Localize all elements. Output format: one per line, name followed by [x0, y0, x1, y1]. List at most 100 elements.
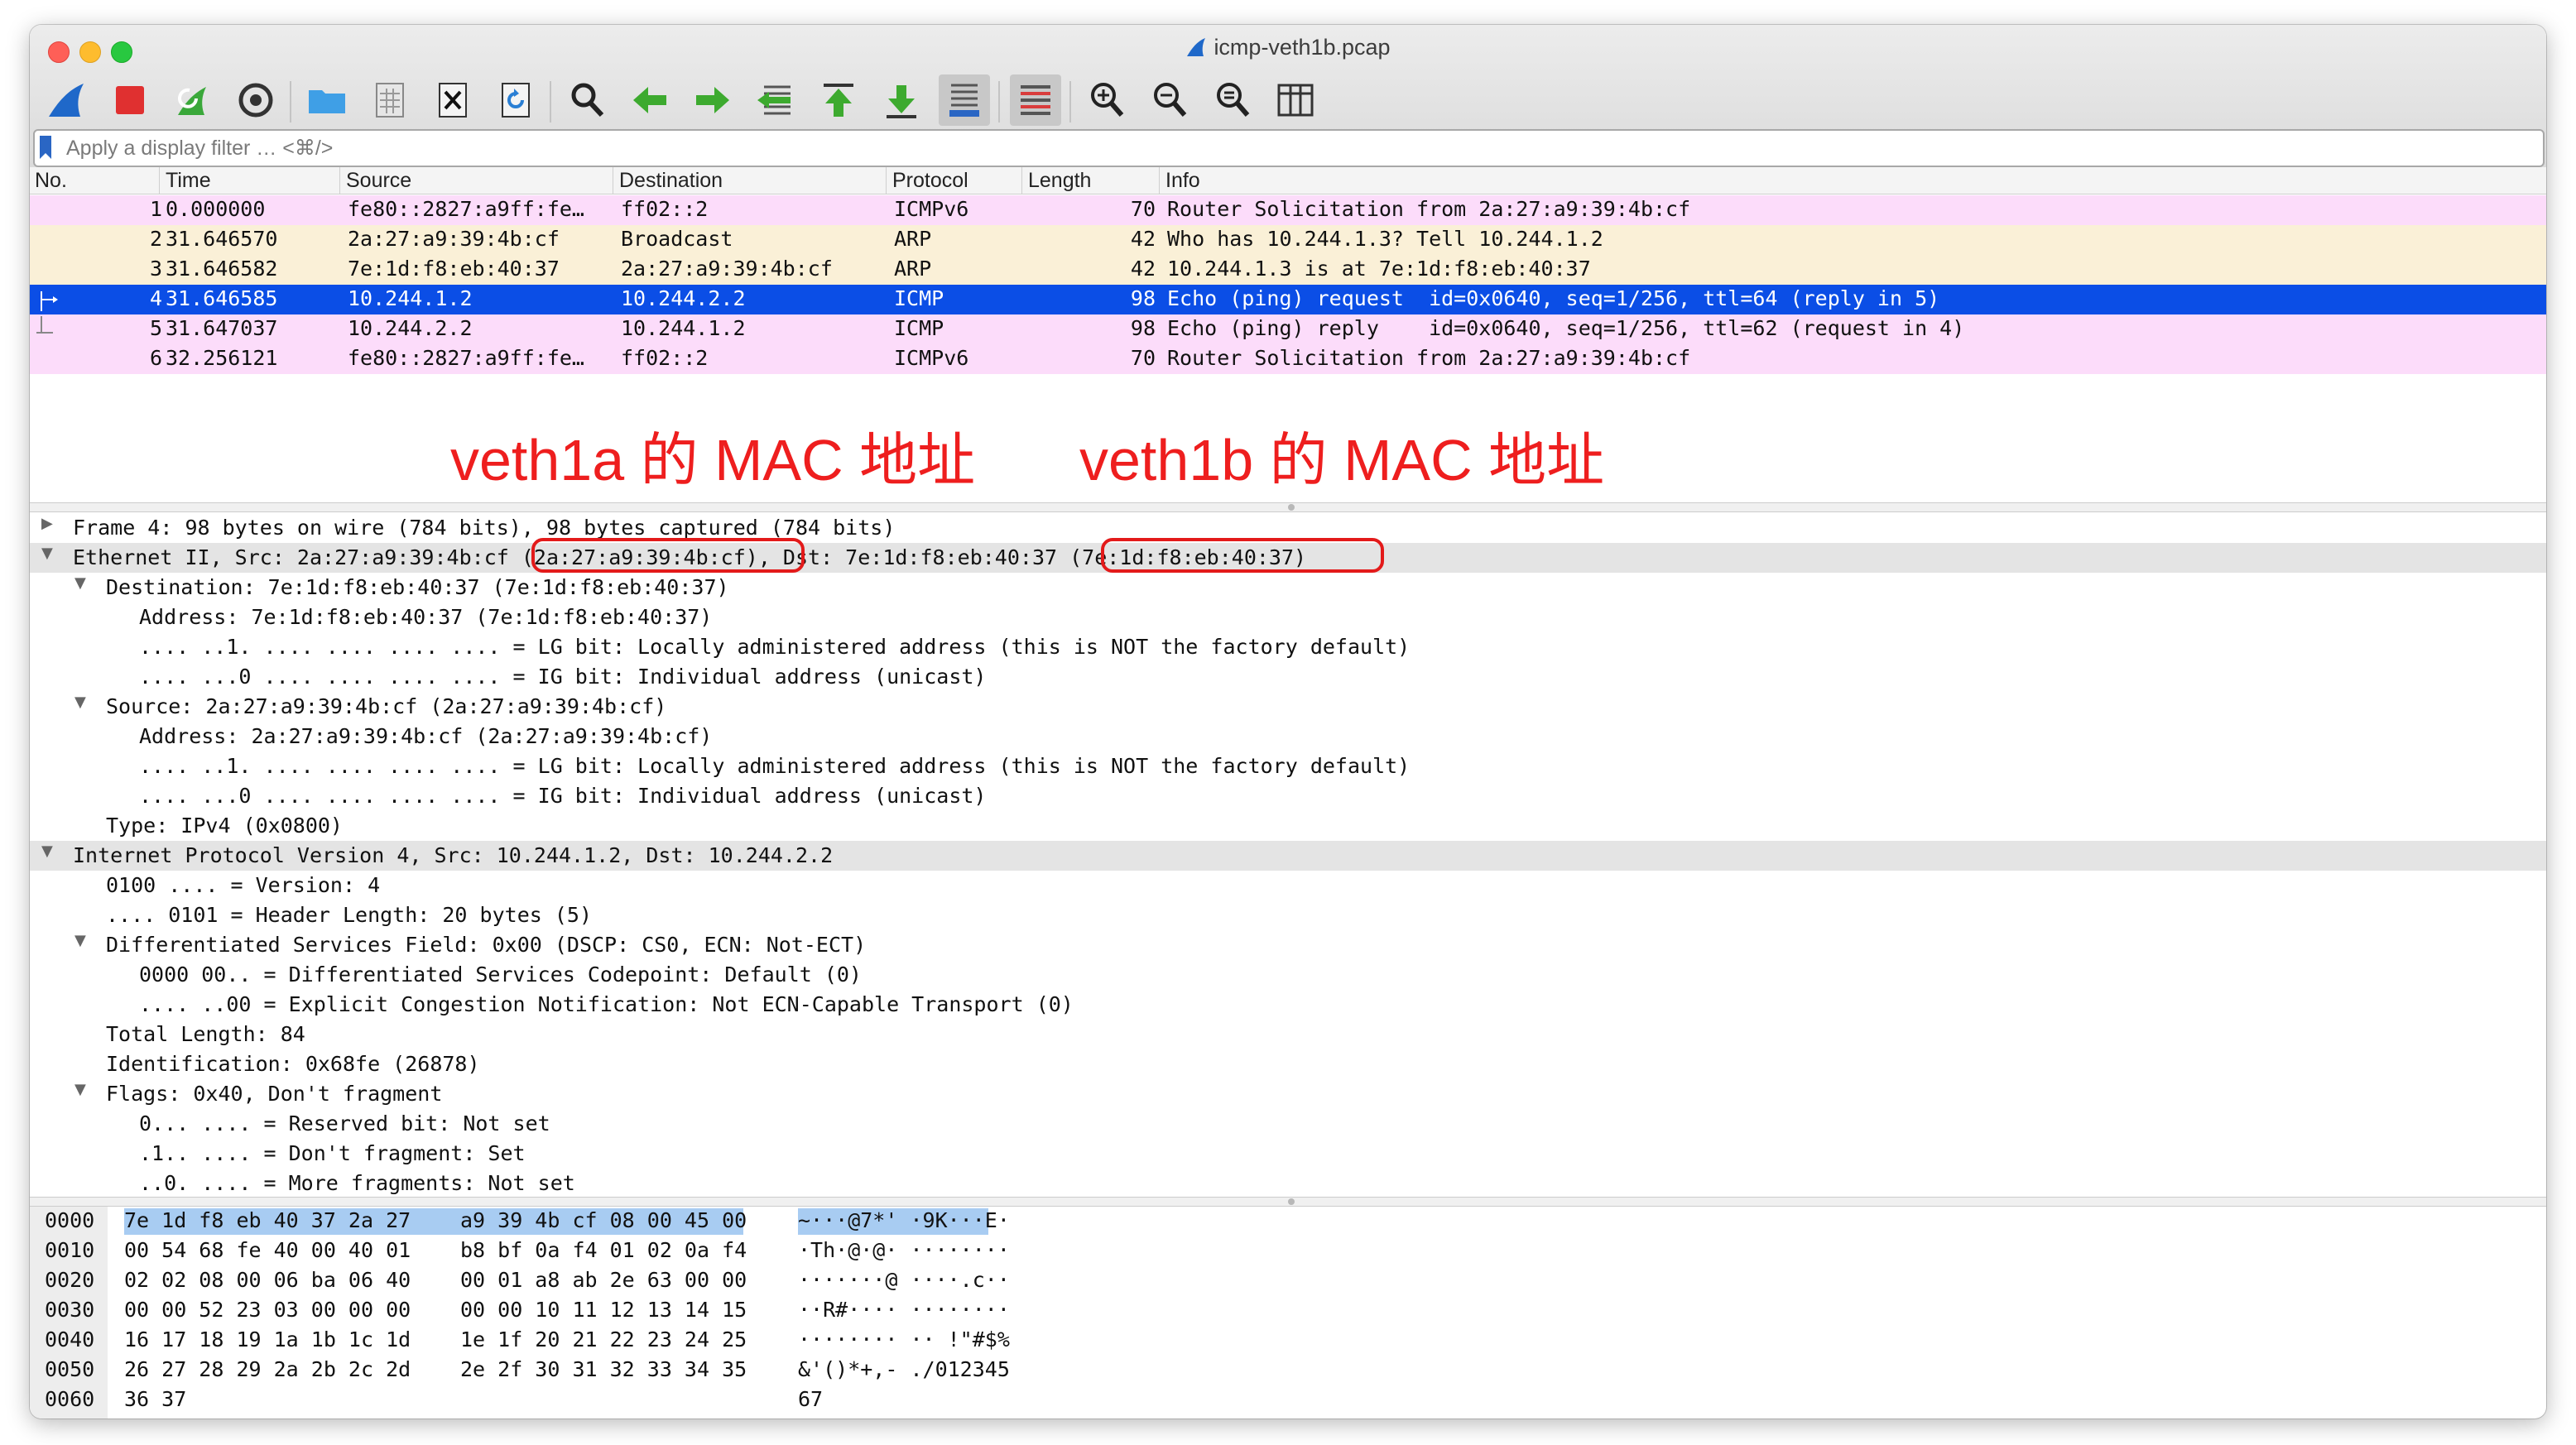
- zoom-out-button[interactable]: [1144, 74, 1195, 126]
- annotation-veth1b-mac: veth1b 的 MAC 地址: [1079, 428, 1605, 492]
- open-file-button[interactable]: [301, 74, 353, 126]
- annotation-veth1a-mac: veth1a 的 MAC 地址: [450, 428, 976, 492]
- detail-line[interactable]: Address: 7e:1d:f8:eb:40:37 (7e:1d:f8:eb:…: [30, 602, 2546, 632]
- collapse-icon[interactable]: ▼: [74, 574, 86, 592]
- detail-eth-type[interactable]: Type: IPv4 (0x0800): [30, 811, 2546, 841]
- packet-list-header: No. Time Source Destination Protocol Len…: [30, 167, 2546, 194]
- detail-line[interactable]: .... ..00 = Explicit Congestion Notifica…: [30, 990, 2546, 1020]
- file-grid-icon: [376, 83, 404, 118]
- packet-row[interactable]: 5 31.647037 10.244.2.2 10.244.1.2 ICMP 9…: [30, 314, 2546, 344]
- byte-row[interactable]: 0030 00 00 52 23 03 00 00 00 00 00 10 11…: [30, 1296, 2546, 1326]
- capture-options-button[interactable]: [230, 74, 281, 126]
- byte-row[interactable]: 0060 36 37 67: [30, 1385, 2546, 1415]
- detail-ipv4[interactable]: ▼ Internet Protocol Version 4, Src: 10.2…: [30, 841, 2546, 871]
- normal-size-button[interactable]: [1207, 74, 1258, 126]
- colorize-icon: [1021, 85, 1050, 115]
- column-time[interactable]: Time: [166, 169, 211, 193]
- stop-capture-button[interactable]: [104, 74, 156, 126]
- collapse-icon[interactable]: ▼: [74, 694, 86, 711]
- detail-line[interactable]: Total Length: 84: [30, 1020, 2546, 1049]
- packet-row[interactable]: 6 32.256121 fe80::2827:a9ff:fe… ff02::2 …: [30, 344, 2546, 374]
- reload-file-button[interactable]: [490, 74, 541, 126]
- detail-line[interactable]: ..0. .... = More fragments: Not set: [30, 1169, 2546, 1198]
- last-packet-button[interactable]: [876, 74, 927, 126]
- byte-row[interactable]: 0020 02 02 08 00 06 ba 06 40 00 01 a8 ab…: [30, 1266, 2546, 1296]
- window-title: icmp-veth1b.pcap: [30, 35, 2546, 60]
- highlight-dst-mac: [1101, 538, 1384, 573]
- detail-dsfield[interactable]: ▼ Differentiated Services Field: 0x00 (D…: [30, 930, 2546, 960]
- detail-line[interactable]: .... ...0 .... .... .... .... = IG bit: …: [30, 662, 2546, 692]
- column-info[interactable]: Info: [1165, 169, 1200, 193]
- restart-icon: [178, 87, 206, 115]
- column-protocol[interactable]: Protocol: [892, 169, 968, 193]
- zoom-in-icon: [1091, 83, 1124, 117]
- arrow-right-icon: [696, 87, 729, 113]
- detail-line[interactable]: .... 0101 = Header Length: 20 bytes (5): [30, 900, 2546, 930]
- detail-line[interactable]: .... ..1. .... .... .... .... = LG bit: …: [30, 632, 2546, 662]
- display-filter-placeholder: Apply a display filter … <⌘/>: [66, 137, 334, 160]
- arrow-up-icon: [824, 84, 853, 117]
- detail-line[interactable]: Identification: 0x68fe (26878): [30, 1049, 2546, 1079]
- zoom-out-icon: [1154, 83, 1187, 117]
- column-destination[interactable]: Destination: [619, 169, 723, 193]
- detail-eth-destination[interactable]: ▼ Destination: 7e:1d:f8:eb:40:37 (7e:1d:…: [30, 573, 2546, 602]
- detail-line[interactable]: 0100 .... = Version: 4: [30, 871, 2546, 900]
- byte-row[interactable]: 0050 26 27 28 29 2a 2b 2c 2d 2e 2f 30 31…: [30, 1356, 2546, 1385]
- packet-bytes: 0000 7e 1d f8 eb 40 37 2a 27 a9 39 4b cf…: [30, 1207, 2546, 1419]
- close-file-button[interactable]: [427, 74, 478, 126]
- detail-line[interactable]: Address: 2a:27:a9:39:4b:cf (2a:27:a9:39:…: [30, 722, 2546, 751]
- highlight-src-mac: [531, 538, 805, 573]
- packet-row[interactable]: 3 31.646582 7e:1d:f8:eb:40:37 2a:27:a9:3…: [30, 255, 2546, 285]
- save-file-button[interactable]: [364, 74, 416, 126]
- byte-row[interactable]: 0040 16 17 18 19 1a 1b 1c 1d 1e 1f 20 21…: [30, 1326, 2546, 1356]
- packet-details: ▶ Frame 4: 98 bytes on wire (784 bits), …: [30, 513, 2546, 1200]
- collapse-icon[interactable]: ▼: [41, 843, 53, 860]
- arrow-down-icon: [887, 85, 916, 118]
- column-no[interactable]: No.: [35, 169, 67, 193]
- detail-flags[interactable]: ▼ Flags: 0x40, Don't fragment: [30, 1079, 2546, 1109]
- reload-icon: [502, 83, 530, 118]
- zoom-in-button[interactable]: [1081, 74, 1132, 126]
- detail-line[interactable]: .1.. .... = Don't fragment: Set: [30, 1139, 2546, 1169]
- detail-eth-source[interactable]: ▼ Source: 2a:27:a9:39:4b:cf (2a:27:a9:39…: [30, 692, 2546, 722]
- stop-icon: [116, 86, 144, 114]
- resize-columns-button[interactable]: [1270, 74, 1321, 126]
- byte-row[interactable]: 0000 7e 1d f8 eb 40 37 2a 27 a9 39 4b cf…: [30, 1207, 2546, 1236]
- expand-icon[interactable]: ▶: [41, 515, 53, 532]
- display-filter-input[interactable]: Apply a display filter … <⌘/>: [33, 129, 2545, 167]
- detail-line[interactable]: 0... .... = Reserved bit: Not set: [30, 1109, 2546, 1139]
- go-to-packet-button[interactable]: [750, 74, 801, 126]
- column-source[interactable]: Source: [346, 169, 411, 193]
- titlebar: icmp-veth1b.pcap Apply a display filter …: [30, 25, 2546, 191]
- window-title-text: icmp-veth1b.pcap: [1214, 35, 1391, 60]
- column-length[interactable]: Length: [1028, 169, 1091, 193]
- packet-row-selected[interactable]: 4 31.646585 10.244.1.2 10.244.2.2 ICMP 9…: [30, 285, 2546, 314]
- close-file-icon: [439, 83, 467, 118]
- arrow-left-icon: [633, 87, 666, 113]
- restart-capture-button[interactable]: [167, 74, 219, 126]
- collapse-icon[interactable]: ▼: [41, 545, 53, 562]
- go-forward-button[interactable]: [687, 74, 738, 126]
- collapse-icon[interactable]: ▼: [74, 932, 86, 949]
- colorize-button[interactable]: [1010, 74, 1061, 126]
- resize-columns-icon: [1277, 84, 1314, 117]
- packet-row[interactable]: 2 31.646570 2a:27:a9:39:4b:cf Broadcast …: [30, 225, 2546, 255]
- shark-fin-icon: [49, 84, 84, 117]
- pane-splitter-top[interactable]: [30, 502, 2546, 512]
- wireshark-fin-icon: [1187, 38, 1206, 56]
- start-capture-button[interactable]: [41, 74, 93, 126]
- detail-line[interactable]: .... ...0 .... .... .... .... = IG bit: …: [30, 781, 2546, 811]
- bookmark-icon[interactable]: [40, 136, 51, 159]
- detail-line[interactable]: 0000 00.. = Differentiated Services Code…: [30, 960, 2546, 990]
- collapse-icon[interactable]: ▼: [74, 1081, 86, 1098]
- go-back-button[interactable]: [624, 74, 675, 126]
- folder-icon: [309, 90, 345, 113]
- zoom-reset-icon: [1217, 83, 1250, 117]
- packet-row[interactable]: 1 0.000000 fe80::2827:a9ff:fe… ff02::2 I…: [30, 195, 2546, 225]
- find-packet-button[interactable]: [561, 74, 613, 126]
- first-packet-button[interactable]: [813, 74, 864, 126]
- detail-line[interactable]: .... ..1. .... .... .... .... = LG bit: …: [30, 751, 2546, 781]
- auto-scroll-button[interactable]: [939, 74, 990, 126]
- pane-splitter-bottom[interactable]: [30, 1197, 2546, 1207]
- byte-row[interactable]: 0010 00 54 68 fe 40 00 40 01 b8 bf 0a f4…: [30, 1236, 2546, 1266]
